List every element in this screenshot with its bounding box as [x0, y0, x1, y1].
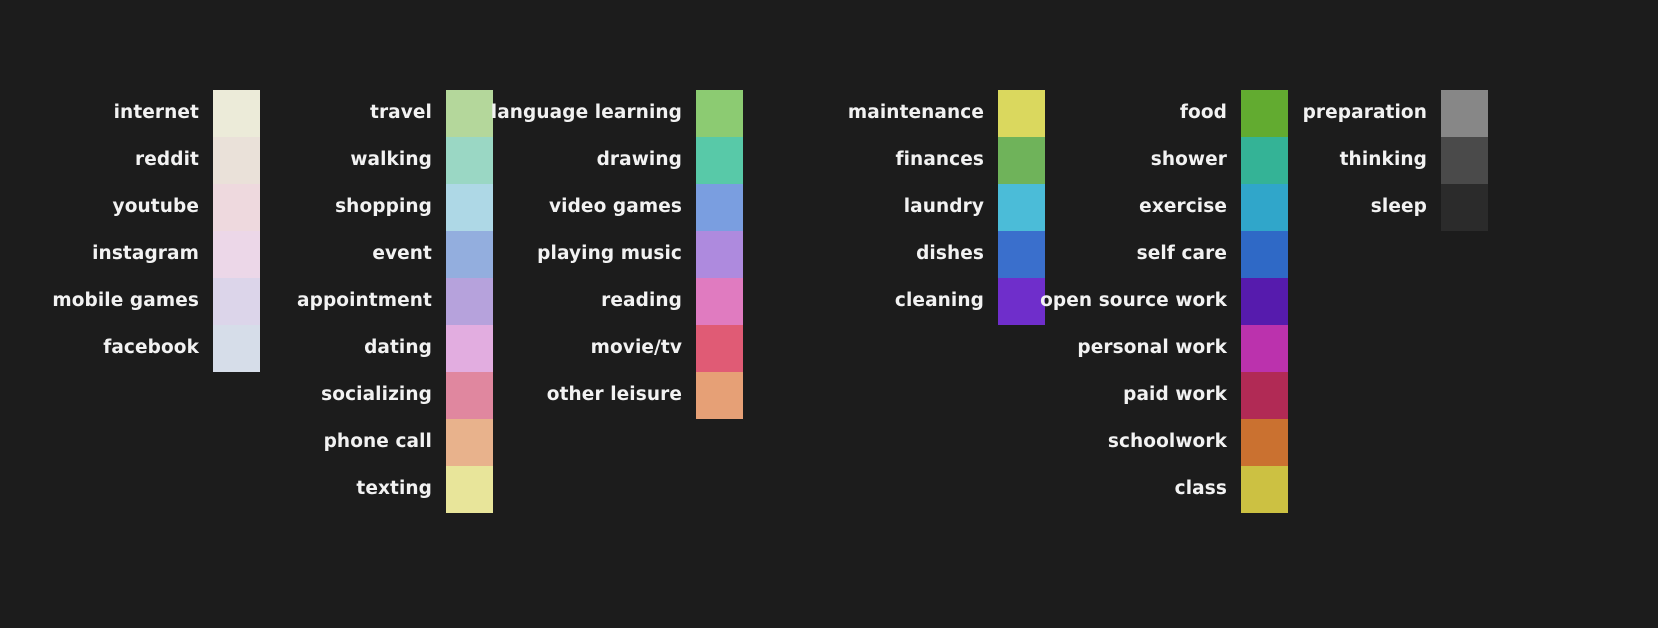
legend-item-label[interactable]: sleep: [1371, 184, 1441, 231]
legend-item-label[interactable]: preparation: [1303, 90, 1441, 137]
legend-color-swatch[interactable]: [1241, 184, 1288, 231]
legend-color-swatch[interactable]: [446, 372, 493, 419]
legend-color-swatch[interactable]: [696, 278, 743, 325]
legend-item-label[interactable]: finances: [895, 137, 998, 184]
legend-color-swatch[interactable]: [213, 137, 260, 184]
legend-item-label[interactable]: open source work: [1040, 278, 1241, 325]
legend-color-swatch[interactable]: [696, 184, 743, 231]
legend-color-swatch[interactable]: [213, 278, 260, 325]
legend-item-label[interactable]: other leisure: [547, 372, 696, 419]
legend-group-leisure: language learning drawing video games playi…: [491, 90, 743, 419]
legend-label-column: preparation thinking sleep: [1288, 90, 1441, 231]
legend-item-label[interactable]: exercise: [1139, 184, 1241, 231]
legend-label-column: language learning drawing video games playi…: [491, 90, 696, 419]
legend-label-column: food shower exercise self care open source w…: [1040, 90, 1241, 513]
legend-item-label[interactable]: texting: [356, 466, 446, 513]
legend-swatch-column: [446, 90, 493, 513]
legend-item-label[interactable]: shower: [1151, 137, 1241, 184]
legend-color-swatch[interactable]: [213, 231, 260, 278]
legend-item-label[interactable]: reading: [601, 278, 696, 325]
legend-color-swatch[interactable]: [696, 231, 743, 278]
legend-board: internet reddit youtube instagram mobile gam…: [0, 0, 1658, 628]
legend-item-label[interactable]: facebook: [103, 325, 213, 372]
legend-item-label[interactable]: dating: [364, 325, 446, 372]
legend-color-swatch[interactable]: [1241, 137, 1288, 184]
legend-item-label[interactable]: cleaning: [895, 278, 998, 325]
legend-item-label[interactable]: class: [1175, 466, 1241, 513]
legend-item-label[interactable]: thinking: [1340, 137, 1441, 184]
legend-item-label[interactable]: language learning: [491, 90, 696, 137]
legend-color-swatch[interactable]: [998, 278, 1045, 325]
legend-color-swatch[interactable]: [446, 466, 493, 513]
legend-color-swatch[interactable]: [1441, 137, 1488, 184]
legend-swatch-column: [213, 90, 260, 372]
legend-swatch-column: [1441, 90, 1488, 231]
legend-swatch-column: [1241, 90, 1288, 513]
legend-color-swatch[interactable]: [446, 90, 493, 137]
legend-label-column: internet reddit youtube instagram mobile gam…: [0, 90, 213, 372]
legend-color-swatch[interactable]: [446, 137, 493, 184]
legend-item-label[interactable]: mobile games: [52, 278, 213, 325]
legend-item-label[interactable]: event: [372, 231, 446, 278]
legend-item-label[interactable]: phone call: [324, 419, 446, 466]
legend-color-swatch[interactable]: [998, 90, 1045, 137]
legend-item-label[interactable]: playing music: [537, 231, 696, 278]
legend-item-label[interactable]: video games: [549, 184, 696, 231]
legend-color-swatch[interactable]: [446, 325, 493, 372]
legend-item-label[interactable]: drawing: [597, 137, 696, 184]
legend-item-label[interactable]: food: [1180, 90, 1241, 137]
legend-color-swatch[interactable]: [696, 137, 743, 184]
legend-item-label[interactable]: movie/tv: [591, 325, 696, 372]
legend-item-label[interactable]: travel: [370, 90, 446, 137]
legend-color-swatch[interactable]: [1241, 231, 1288, 278]
legend-swatch-column: [998, 90, 1045, 325]
legend-item-label[interactable]: personal work: [1077, 325, 1241, 372]
legend-color-swatch[interactable]: [213, 184, 260, 231]
legend-group-digital-media: internet reddit youtube instagram mobile gam…: [0, 90, 260, 372]
legend-color-swatch[interactable]: [446, 184, 493, 231]
legend-color-swatch[interactable]: [696, 372, 743, 419]
legend-group-chores: maintenance finances laundry dishes cleaning: [743, 90, 1045, 325]
legend-color-swatch[interactable]: [446, 231, 493, 278]
legend-item-label[interactable]: instagram: [92, 231, 213, 278]
legend-item-label[interactable]: paid work: [1123, 372, 1241, 419]
legend-color-swatch[interactable]: [1241, 325, 1288, 372]
legend-color-swatch[interactable]: [998, 184, 1045, 231]
legend-color-swatch[interactable]: [446, 278, 493, 325]
legend-color-swatch[interactable]: [696, 90, 743, 137]
legend-color-swatch[interactable]: [1241, 419, 1288, 466]
legend-item-label[interactable]: appointment: [297, 278, 446, 325]
legend-color-swatch[interactable]: [1241, 278, 1288, 325]
legend-item-label[interactable]: youtube: [113, 184, 213, 231]
legend-color-swatch[interactable]: [1441, 90, 1488, 137]
legend-item-label[interactable]: laundry: [904, 184, 998, 231]
legend-item-label[interactable]: maintenance: [848, 90, 998, 137]
legend-item-label[interactable]: schoolwork: [1108, 419, 1241, 466]
legend-item-label[interactable]: internet: [114, 90, 213, 137]
legend-color-swatch[interactable]: [1241, 466, 1288, 513]
legend-item-label[interactable]: shopping: [335, 184, 446, 231]
legend-color-swatch[interactable]: [1241, 90, 1288, 137]
legend-item-label[interactable]: reddit: [135, 137, 213, 184]
legend-item-label[interactable]: walking: [350, 137, 446, 184]
legend-item-label[interactable]: self care: [1137, 231, 1241, 278]
legend-group-self-and-work: food shower exercise self care open source w…: [1040, 90, 1288, 513]
legend-color-swatch[interactable]: [1441, 184, 1488, 231]
legend-color-swatch[interactable]: [213, 90, 260, 137]
legend-group-rest: preparation thinking sleep: [1288, 90, 1488, 231]
legend-color-swatch[interactable]: [1241, 372, 1288, 419]
legend-color-swatch[interactable]: [998, 137, 1045, 184]
legend-color-swatch[interactable]: [998, 231, 1045, 278]
legend-label-column: maintenance finances laundry dishes cleaning: [743, 90, 998, 325]
legend-item-label[interactable]: dishes: [916, 231, 998, 278]
legend-swatch-column: [696, 90, 743, 419]
legend-color-swatch[interactable]: [213, 325, 260, 372]
legend-label-column: travel walking shopping event appointment dat…: [260, 90, 446, 513]
legend-item-label[interactable]: socializing: [321, 372, 446, 419]
legend-color-swatch[interactable]: [446, 419, 493, 466]
legend-group-errands-social: travel walking shopping event appointment dat…: [260, 90, 493, 513]
legend-color-swatch[interactable]: [696, 325, 743, 372]
